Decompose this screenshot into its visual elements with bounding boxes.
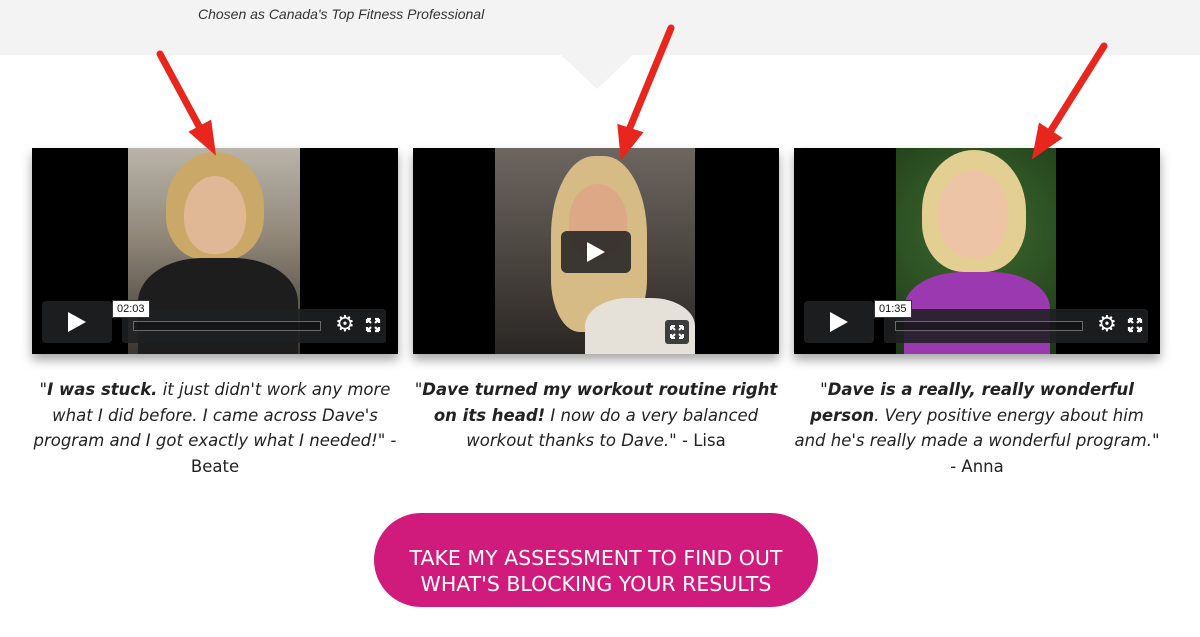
video-player-1[interactable]: ⚙ 02:03 — [32, 148, 398, 354]
play-icon — [68, 312, 86, 332]
header-caption: Chosen as Canada's Top Fitness Professio… — [198, 6, 485, 22]
quote-author: - Lisa — [676, 431, 726, 450]
video-control-bar: ⚙ — [122, 309, 386, 343]
quote-open: " — [820, 380, 828, 399]
gear-icon[interactable]: ⚙ — [1094, 312, 1120, 338]
cta-line-2: WHAT'S BLOCKING YOUR RESULTS — [420, 571, 772, 596]
fullscreen-icon[interactable] — [1122, 312, 1148, 338]
arrow-pointer — [156, 50, 217, 156]
play-icon — [587, 242, 605, 262]
video-control-bar: ⚙ — [884, 309, 1148, 343]
testimonial-3: "Dave is a really, really wonderful pers… — [794, 377, 1160, 479]
gear-icon[interactable]: ⚙ — [332, 312, 358, 338]
time-tooltip: 01:35 — [874, 300, 912, 318]
fullscreen-icon[interactable] — [360, 312, 386, 338]
take-assessment-button[interactable]: TAKE MY ASSESSMENT TO FIND OUT WHAT'S BL… — [374, 513, 818, 607]
testimonial-2: "Dave turned my workout routine right on… — [413, 377, 779, 454]
play-icon — [830, 312, 848, 332]
progress-bar[interactable] — [133, 321, 321, 331]
quote-open: " — [39, 380, 48, 399]
fullscreen-icon[interactable] — [665, 320, 689, 344]
play-button[interactable] — [804, 301, 874, 343]
arrow-pointer — [1031, 42, 1108, 160]
progress-bar[interactable] — [895, 321, 1083, 331]
quote-author: - Anna — [950, 456, 1004, 476]
testimonial-1: "I was stuck. it just didn't work any mo… — [32, 377, 398, 479]
time-tooltip: 02:03 — [112, 300, 150, 318]
play-button[interactable] — [42, 301, 112, 343]
header-band — [0, 0, 1200, 55]
video-player-3[interactable]: ⚙ 01:35 — [794, 148, 1160, 354]
play-button[interactable] — [561, 231, 631, 273]
person-face — [938, 170, 1008, 258]
video-player-2[interactable] — [413, 148, 779, 354]
section-pointer — [561, 55, 633, 89]
person-face — [184, 176, 246, 254]
quote-bold: I was stuck. — [47, 380, 158, 399]
cta-line-1: TAKE MY ASSESSMENT TO FIND OUT — [409, 545, 783, 570]
